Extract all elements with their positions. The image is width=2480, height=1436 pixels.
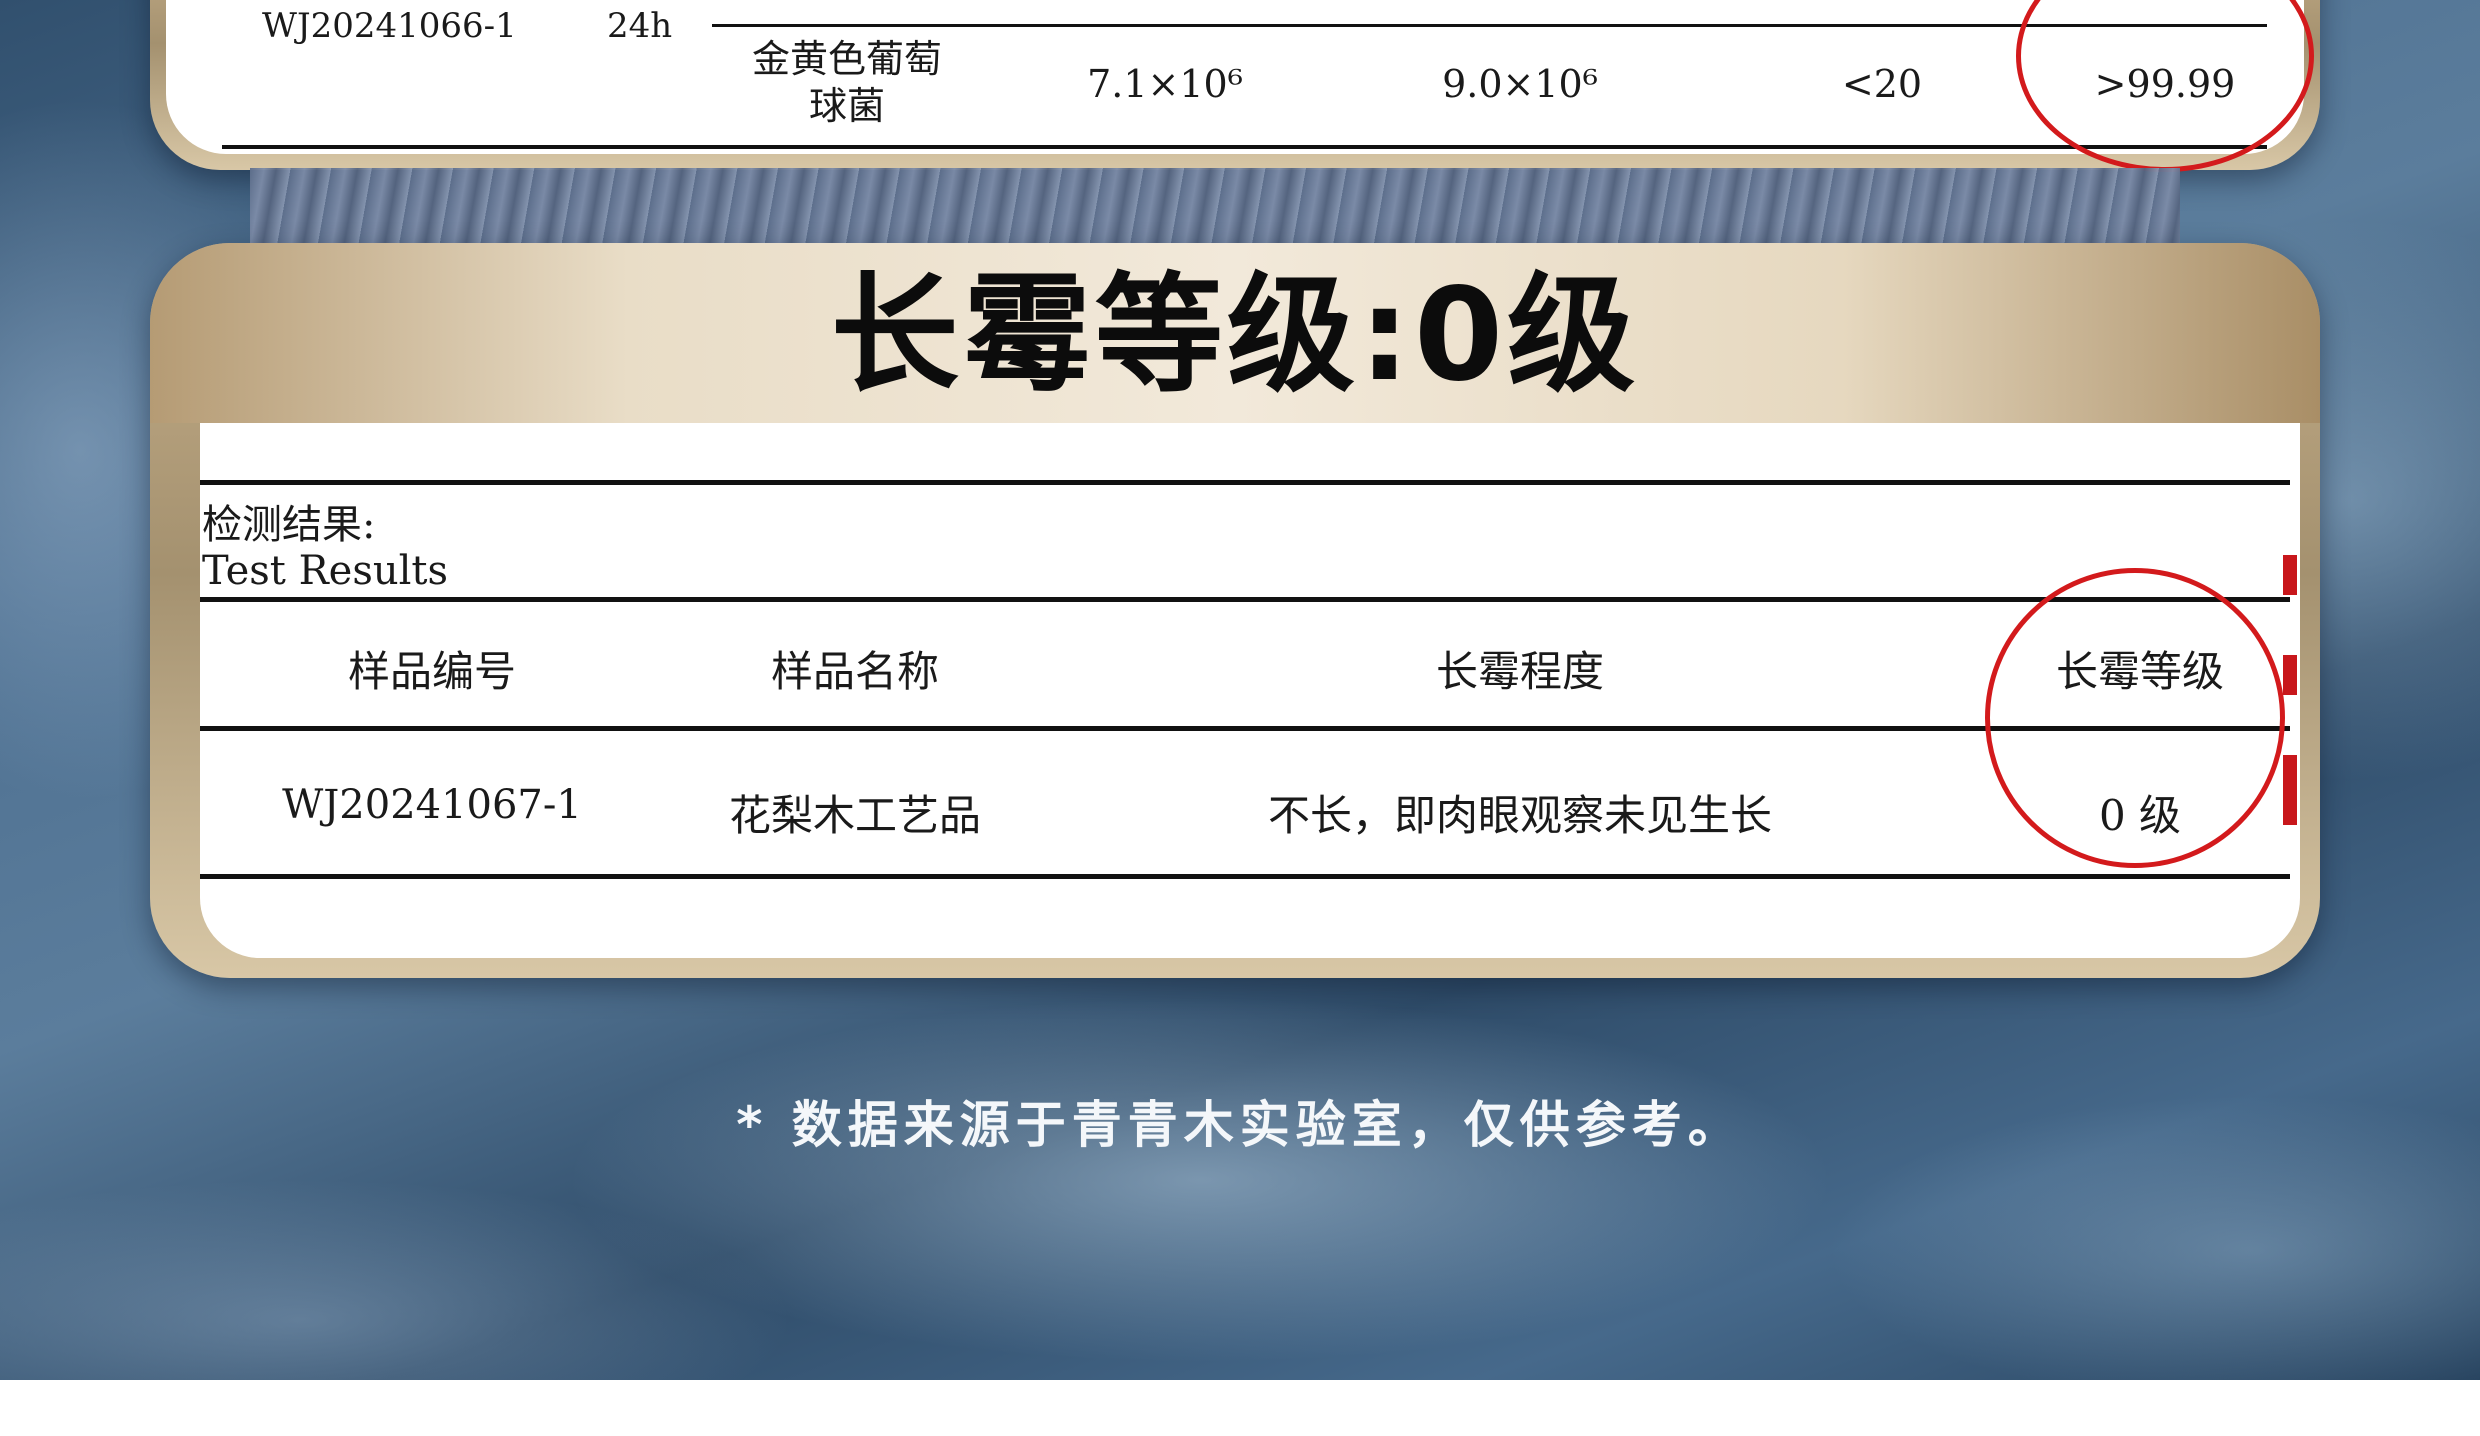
data-source-footnote: * 数据来源于青青木实验室，仅供参考。 — [736, 1096, 1744, 1154]
highlight-circle — [1985, 568, 2285, 868]
value-cell: 7.1×10⁶ — [1087, 62, 1243, 106]
background-strip — [250, 168, 2180, 248]
column-header: 样品编号 — [347, 647, 516, 696]
sample-id: WJ20241066-1 — [262, 6, 517, 46]
red-stamp-fragment — [2283, 555, 2297, 825]
card-title: 长霉等级:0级 — [830, 261, 1640, 410]
table-rule — [200, 726, 2290, 731]
card-header: 长霉等级:0级 — [150, 243, 2320, 423]
table-rule — [222, 145, 2267, 149]
bottom-margin — [0, 1380, 2480, 1436]
value-cell: <20 — [1841, 62, 1923, 106]
table-cell: 不长，即肉眼观察未见生长 — [1267, 791, 1772, 840]
table-cell: 花梨木工艺品 — [728, 791, 981, 840]
value-cell: 9.0×10⁶ — [1442, 62, 1598, 106]
table-rule — [200, 597, 2290, 602]
results-label-en: Test Results — [202, 548, 449, 594]
table-rule — [200, 480, 2290, 485]
mold-grade-card: 长霉等级:0级 — [150, 243, 2320, 978]
organism-name: 金黄色葡萄 球菌 — [751, 37, 942, 128]
results-label-cn: 检测结果: — [202, 502, 376, 548]
column-header: 长霉程度 — [1435, 647, 1604, 696]
table-cell: WJ20241067-1 — [282, 782, 582, 828]
table-rule — [200, 874, 2290, 879]
column-header: 样品名称 — [770, 647, 939, 696]
test-duration: 24h — [607, 6, 673, 46]
